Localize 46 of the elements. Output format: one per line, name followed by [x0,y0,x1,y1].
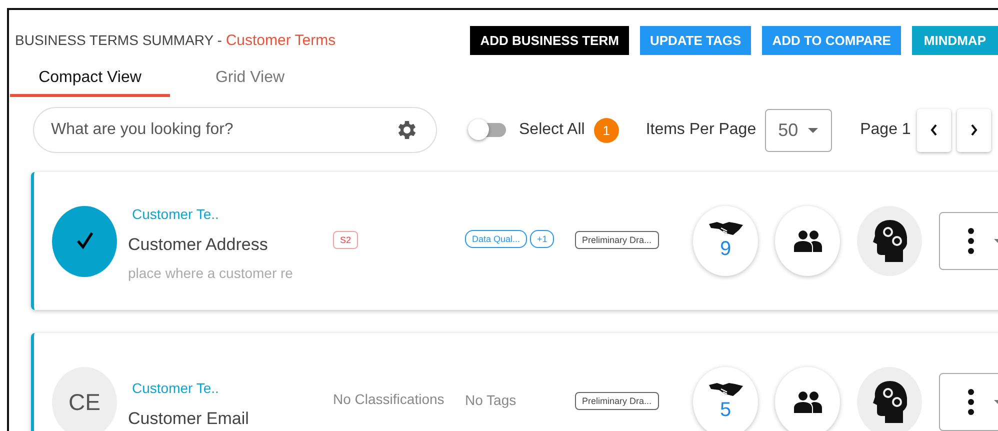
action-button[interactable]: UPDATE TAGS [640,26,752,55]
status-chip: Preliminary Dra... [575,392,659,410]
category-link[interactable]: Customer Te.. [132,380,328,396]
no-classifications-text: No Classifications [333,391,444,407]
term-name[interactable]: Customer Email [128,408,328,428]
classification-chip: S2 [333,230,358,248]
status-chip: Preliminary Dra... [575,230,659,248]
chevron-left-icon [930,124,938,136]
view-tab[interactable]: Grid View [170,63,330,97]
action-button[interactable]: ADD TO COMPARE [762,26,901,55]
page-label: Page 1 [860,121,911,139]
tag-chip[interactable]: Data Qual... [465,230,528,248]
term-description: place where a customer re [128,264,294,280]
handshake-icon [708,382,742,396]
term-card[interactable]: Customer Te.. Customer Address place where a customer re S2 Data Qual... +1 Preliminary Dra... 9 [31,172,998,310]
term-card[interactable]: CE Customer Te.. Customer Email No Classifications No Tags Preliminary Dra... 5 [31,333,998,431]
handshake-icon [708,222,742,236]
select-all-label: Select All [519,121,585,139]
per-page-select[interactable]: 50 [765,108,832,152]
page-title: BUSINESS TERMS SUMMARY - Customer Terms [15,32,337,49]
count-badge: 1 [594,118,619,142]
chevron-right-icon [970,124,978,136]
more-menu-button[interactable] [939,373,998,431]
action-button[interactable]: MINDMAP [912,26,998,55]
more-vertical-icon [968,389,974,415]
stakeholders-button[interactable]: 5 [693,367,758,431]
category-link[interactable]: Customer Te.. [132,206,328,222]
users-icon [794,391,822,413]
tag-chip[interactable]: +1 [530,230,554,248]
items-per-page-label: Items Per Page [646,121,756,139]
head-gears-icon [872,381,906,423]
users-button[interactable] [775,367,840,431]
no-tags-text: No Tags [465,392,516,408]
users-icon [794,230,822,252]
more-menu-button[interactable] [939,212,998,270]
action-button[interactable]: ADD BUSINESS TERM [470,26,629,55]
search-field[interactable]: What are you looking for? [33,107,437,153]
head-gears-icon [872,220,906,262]
users-button[interactable] [775,206,840,276]
initials-avatar[interactable]: CE [52,366,117,431]
more-vertical-icon [968,228,974,254]
view-tab[interactable]: Compact View [10,63,170,97]
checkmark-icon [74,231,94,251]
stakeholders-button[interactable]: 9 [693,206,758,276]
term-name[interactable]: Customer Address [128,234,328,254]
caret-icon [808,128,818,132]
